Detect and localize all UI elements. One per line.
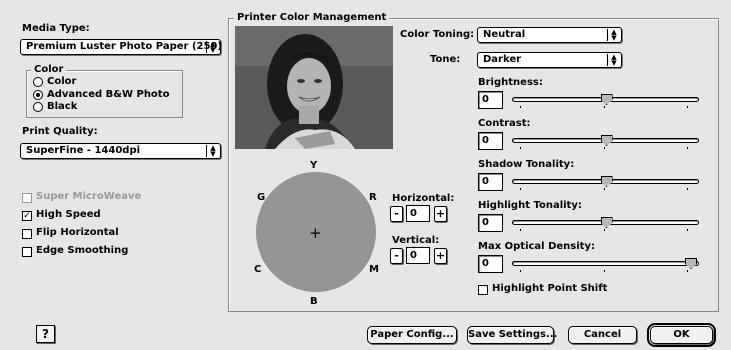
vertical-field[interactable]: 0 bbox=[406, 247, 430, 264]
slider-value-field[interactable]: 0 bbox=[478, 132, 503, 150]
wheel-label-r: R bbox=[369, 192, 377, 203]
edge-smoothing-label[interactable]: Edge Smoothing bbox=[36, 245, 128, 256]
slider-track[interactable] bbox=[512, 261, 699, 266]
pcm-group-title: Printer Color Management bbox=[234, 12, 390, 23]
slider-value-field[interactable]: 0 bbox=[478, 255, 503, 273]
vertical-label: Vertical: bbox=[392, 235, 440, 246]
slider-label: Shadow Tonality: bbox=[478, 159, 575, 170]
highlight-point-shift-checkbox[interactable] bbox=[478, 285, 488, 295]
slider-tick bbox=[603, 229, 605, 231]
wheel-label-c: C bbox=[254, 264, 262, 275]
print-quality-label: Print Quality: bbox=[22, 126, 98, 137]
slider-tick bbox=[687, 270, 688, 272]
radio-advanced-bw-label[interactable]: Advanced B&W Photo bbox=[47, 89, 169, 100]
horizontal-minus-button[interactable]: - bbox=[390, 206, 403, 222]
vertical-minus-button[interactable]: - bbox=[390, 248, 403, 264]
edge-smoothing-checkbox[interactable] bbox=[22, 247, 32, 257]
slider-label: Max Optical Density: bbox=[478, 241, 595, 252]
super-microweave-label: Super MicroWeave bbox=[36, 191, 142, 202]
wheel-label-b: B bbox=[310, 296, 318, 307]
slider-value-field[interactable]: 0 bbox=[478, 173, 503, 191]
radio-advanced-bw[interactable] bbox=[33, 90, 43, 100]
color-group-title: Color bbox=[31, 64, 67, 75]
tone-value: Darker bbox=[483, 54, 522, 65]
color-toning-popup[interactable]: Neutral ▲ ▼ bbox=[477, 27, 622, 43]
horizontal-label: Horizontal: bbox=[392, 193, 455, 204]
high-speed-label[interactable]: High Speed bbox=[36, 209, 101, 220]
slider-label: Brightness: bbox=[478, 77, 543, 88]
slider-tick bbox=[603, 270, 605, 272]
radio-black-label[interactable]: Black bbox=[47, 101, 77, 112]
help-button[interactable]: ? bbox=[36, 325, 55, 343]
radio-color[interactable] bbox=[33, 77, 43, 87]
slider-label: Highlight Tonality: bbox=[478, 200, 582, 211]
wheel-label-y: Y bbox=[310, 160, 318, 171]
popup-arrows-icon: ▲ ▼ bbox=[206, 145, 219, 158]
slider-tick bbox=[520, 106, 521, 108]
vertical-plus-button[interactable]: + bbox=[434, 248, 447, 264]
slider-tick bbox=[520, 270, 521, 272]
media-type-value: Premium Luster Photo Paper (250) bbox=[26, 41, 222, 52]
color-toning-value: Neutral bbox=[483, 29, 526, 40]
high-speed-checkbox[interactable]: ✓ bbox=[22, 211, 32, 221]
radio-color-label[interactable]: Color bbox=[47, 76, 76, 87]
horizontal-field[interactable]: 0 bbox=[406, 205, 430, 222]
slider-tick bbox=[520, 188, 521, 190]
slider-value-field[interactable]: 0 bbox=[478, 91, 503, 109]
slider-tick bbox=[520, 147, 521, 149]
ok-button[interactable]: OK bbox=[647, 323, 716, 347]
tone-popup[interactable]: Darker ▲ ▼ bbox=[477, 52, 622, 68]
slider-tick bbox=[687, 188, 688, 190]
slider-tick bbox=[603, 106, 605, 108]
slider-tick bbox=[687, 106, 688, 108]
flip-horizontal-checkbox[interactable] bbox=[22, 229, 32, 239]
highlight-point-shift-label[interactable]: Highlight Point Shift bbox=[492, 283, 607, 294]
print-quality-popup[interactable]: SuperFine - 1440dpi ▲ ▼ bbox=[20, 143, 221, 159]
popup-arrows-icon: ▲ ▼ bbox=[607, 29, 620, 42]
wheel-label-m: M bbox=[369, 264, 379, 275]
tone-label: Tone: bbox=[430, 54, 461, 65]
slider-tick bbox=[603, 147, 605, 149]
flip-horizontal-label[interactable]: Flip Horizontal bbox=[36, 227, 119, 238]
super-microweave-checkbox[interactable] bbox=[22, 193, 32, 203]
popup-arrows-icon: ▲ ▼ bbox=[607, 54, 620, 67]
slider-tick bbox=[687, 229, 688, 231]
cancel-button[interactable]: Cancel bbox=[568, 326, 637, 344]
popup-arrows-icon: ▲ ▼ bbox=[206, 41, 219, 54]
portrait-photo-icon bbox=[235, 26, 393, 149]
save-settings-button[interactable]: Save Settings... bbox=[467, 326, 557, 344]
radio-black[interactable] bbox=[33, 102, 43, 112]
paper-config-button[interactable]: Paper Config... bbox=[367, 326, 457, 344]
preview-image bbox=[235, 26, 393, 149]
media-type-popup[interactable]: Premium Luster Photo Paper (250) ▲ ▼ bbox=[20, 39, 222, 55]
slider-tick bbox=[687, 147, 688, 149]
color-toning-label: Color Toning: bbox=[400, 29, 475, 40]
media-type-label: Media Type: bbox=[22, 23, 90, 34]
slider-tick bbox=[520, 229, 521, 231]
slider-value-field[interactable]: 0 bbox=[478, 214, 503, 232]
slider-label: Contrast: bbox=[478, 118, 531, 129]
horizontal-plus-button[interactable]: + bbox=[434, 206, 447, 222]
print-quality-value: SuperFine - 1440dpi bbox=[26, 145, 141, 156]
wheel-center-crosshair[interactable]: + bbox=[309, 224, 322, 242]
slider-tick bbox=[603, 188, 605, 190]
